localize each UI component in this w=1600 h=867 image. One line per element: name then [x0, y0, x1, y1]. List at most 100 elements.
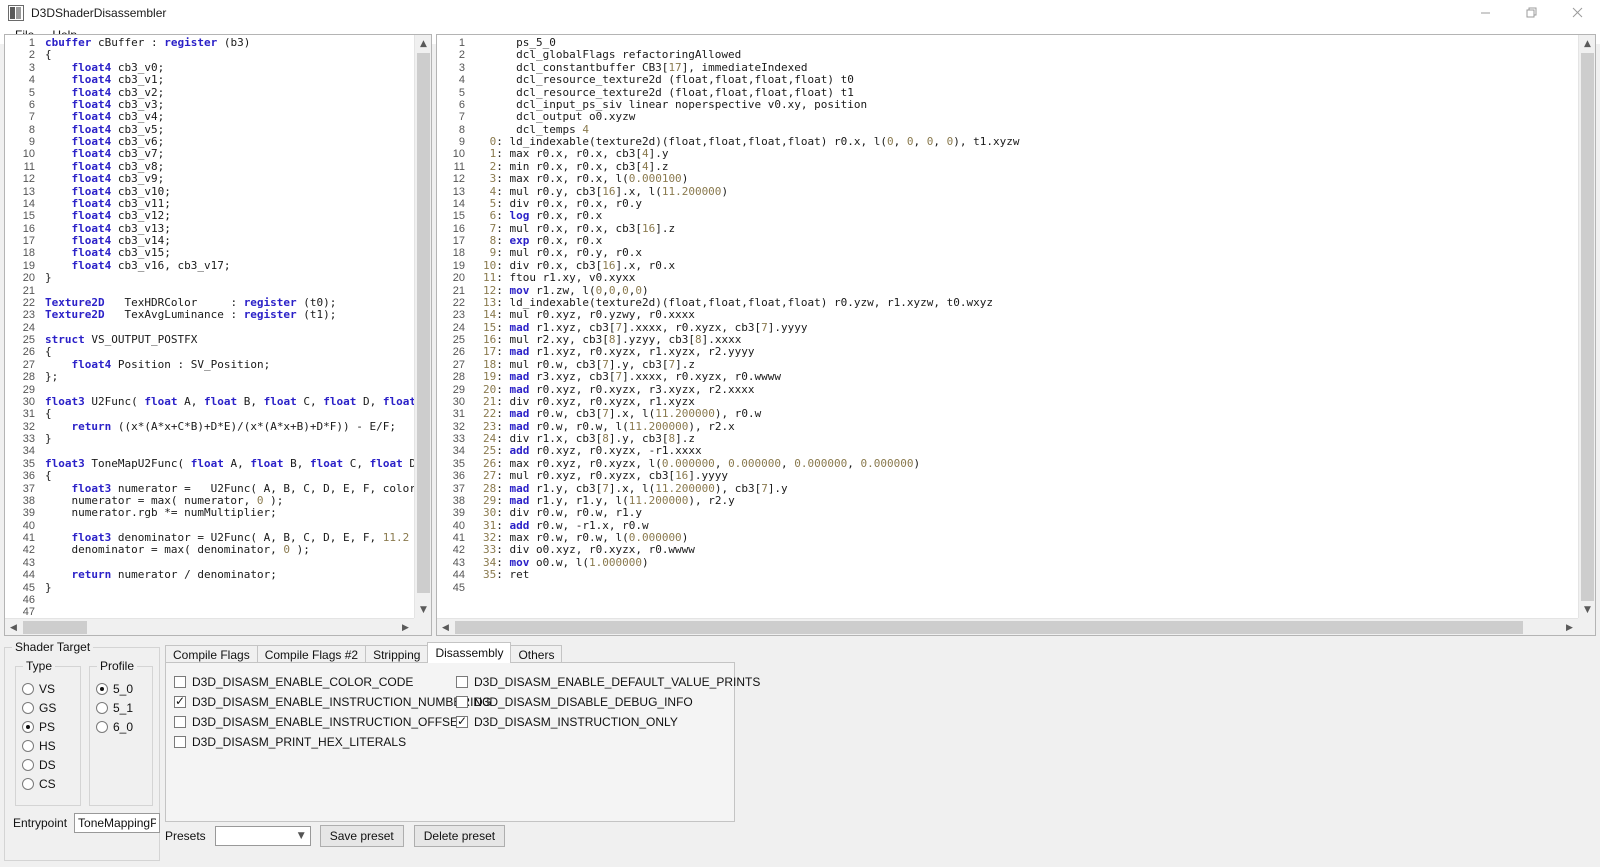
scrollbar-thumb[interactable] — [23, 621, 87, 634]
radio-label: VS — [39, 681, 56, 696]
code-token: r1.xyz, r0.xyzx, r1.xyzx, r2.yyyy — [529, 345, 755, 359]
entrypoint-input[interactable] — [74, 813, 161, 833]
tab-compile-flags-2[interactable]: Compile Flags #2 — [256, 645, 367, 663]
code-token: 7 — [761, 320, 768, 334]
code-token: , — [781, 456, 795, 470]
radio-icon[interactable] — [22, 739, 34, 752]
code-token: 22 — [483, 407, 497, 421]
radio-type-gs[interactable]: GS — [16, 698, 80, 717]
code-token: 8 — [602, 432, 609, 445]
code-token: 8 — [694, 333, 702, 346]
radio-type-vs[interactable]: VS — [16, 679, 80, 698]
source-horizontal-scrollbar[interactable]: ◀ ▶ — [5, 618, 414, 635]
line-number: 39 — [452, 507, 465, 520]
radio-type-ds[interactable]: DS — [16, 755, 80, 774]
source-vertical-scrollbar[interactable]: ▲ ▼ — [414, 35, 431, 618]
tab-stripping[interactable]: Stripping — [365, 645, 429, 663]
tab-compile-flags[interactable]: Compile Flags — [165, 645, 258, 663]
line-number: 14 — [452, 197, 465, 210]
scroll-down-icon[interactable]: ▼ — [1579, 601, 1595, 618]
code-line: 42 denominator = max( denominator, 0 ); — [5, 544, 414, 557]
shader-profile-group: Profile 5_0 5_1 6_0 — [89, 659, 153, 806]
radio-icon[interactable] — [96, 701, 108, 714]
scrollbar-thumb[interactable] — [455, 621, 1523, 634]
scroll-up-icon[interactable]: ▲ — [1579, 35, 1595, 52]
tab-others[interactable]: Others — [510, 645, 563, 663]
delete-preset-button[interactable]: Delete preset — [413, 825, 506, 847]
code-token: ].x, l( — [608, 407, 656, 421]
radio-profile-6_0[interactable]: 6_0 — [90, 717, 152, 736]
radio-type-hs[interactable]: HS — [16, 736, 80, 755]
code-token: r0.w, r0.w, l( — [529, 419, 629, 433]
code-token: 16 — [602, 184, 616, 198]
scroll-right-icon[interactable]: ▶ — [1561, 619, 1578, 635]
presets-combobox[interactable]: ▼ — [214, 826, 311, 846]
hlsl-source-text[interactable]: 1 cbuffer cBuffer : register (b3) 2 {3 floa… — [5, 35, 414, 618]
scrollbar-thumb[interactable] — [1581, 53, 1594, 601]
radio-type-cs[interactable]: CS — [16, 774, 80, 793]
line-number: 22 — [452, 296, 465, 309]
scroll-left-icon[interactable]: ◀ — [5, 619, 22, 635]
checkbox-icon[interactable] — [456, 714, 468, 728]
code-line: 43 34: mov o0.w, l(1.000000) — [437, 556, 1578, 569]
code-token: numerator = max( numerator, — [45, 493, 257, 507]
disassembly-pane[interactable]: 1 ps_5_0 2 dcl_globalFlags refactoringAll… — [436, 34, 1596, 636]
scroll-down-icon[interactable]: ▼ — [415, 601, 431, 618]
options-column-right: D3D_DISASM_ENABLE_DEFAULT_VALUE_PRINTS D3… — [456, 672, 760, 732]
disassembly-text[interactable]: 1 ps_5_0 2 dcl_globalFlags refactoringAll… — [437, 35, 1578, 618]
scroll-up-icon[interactable]: ▲ — [415, 35, 431, 52]
close-icon[interactable] — [1554, 0, 1600, 26]
checkbox-d3d_disasm_enable_default_value_prints[interactable]: D3D_DISASM_ENABLE_DEFAULT_VALUE_PRINTS — [456, 672, 760, 692]
radio-icon[interactable] — [22, 701, 34, 714]
hlsl-source-pane[interactable]: 1 cbuffer cBuffer : register (b3) 2 {3 floa… — [4, 34, 432, 636]
line-number: 19 — [452, 259, 465, 272]
code-token: ].y, cb3[ — [608, 432, 669, 445]
code-token: ].y — [648, 147, 669, 161]
checkbox-d3d_disasm_enable_color_code[interactable]: D3D_DISASM_ENABLE_COLOR_CODE — [174, 672, 491, 692]
radio-profile-5_0[interactable]: 5_0 — [90, 679, 152, 698]
checkbox-label: D3D_DISASM_DISABLE_DEBUG_INFO — [474, 695, 693, 709]
checkbox-icon[interactable] — [456, 676, 468, 688]
checkbox-icon[interactable] — [174, 676, 186, 688]
radio-icon[interactable] — [96, 720, 108, 733]
tab-disassembly[interactable]: Disassembly — [427, 642, 512, 663]
radio-icon[interactable] — [22, 720, 34, 733]
shader-type-group: Type VS GS PS HS DS CS — [15, 659, 81, 806]
disassembly-vertical-scrollbar[interactable]: ▲ ▼ — [1578, 35, 1595, 618]
scroll-left-icon[interactable]: ◀ — [437, 619, 454, 635]
code-token: , — [913, 135, 927, 148]
save-preset-button[interactable]: Save preset — [319, 825, 404, 847]
code-token: 3 — [483, 172, 497, 186]
minimize-icon[interactable] — [1462, 0, 1508, 26]
checkbox-d3d_disasm_instruction_only[interactable]: D3D_DISASM_INSTRUCTION_ONLY — [456, 712, 760, 732]
disassembly-horizontal-scrollbar[interactable]: ◀ ▶ — [437, 618, 1578, 635]
checkbox-icon[interactable] — [456, 696, 468, 708]
checkbox-d3d_disasm_disable_debug_info[interactable]: D3D_DISASM_DISABLE_DEBUG_INFO — [456, 692, 760, 712]
checkbox-d3d_disasm_print_hex_literals[interactable]: D3D_DISASM_PRINT_HEX_LITERALS — [174, 732, 491, 752]
checkbox-d3d_disasm_enable_instruction_numbering[interactable]: D3D_DISASM_ENABLE_INSTRUCTION_NUMBERING — [174, 692, 491, 712]
line-number: 2 — [458, 49, 465, 62]
code-token: float — [382, 394, 414, 408]
checkbox-d3d_disasm_enable_instruction_offset[interactable]: D3D_DISASM_ENABLE_INSTRUCTION_OFFSET — [174, 712, 491, 732]
radio-icon[interactable] — [96, 682, 108, 695]
scroll-right-icon[interactable]: ▶ — [397, 619, 414, 635]
checkbox-icon[interactable] — [174, 694, 186, 708]
radio-profile-5_1[interactable]: 5_1 — [90, 698, 152, 717]
checkbox-icon[interactable] — [174, 736, 186, 748]
radio-icon[interactable] — [22, 682, 34, 695]
code-token: cb3_v14; — [111, 234, 171, 247]
restore-icon[interactable] — [1508, 0, 1554, 26]
presets-row: Presets ▼ Save preset Delete preset — [165, 825, 515, 847]
radio-icon[interactable] — [22, 777, 34, 790]
code-token: dcl_output o0.xyzw — [483, 110, 636, 124]
code-token: A, — [177, 394, 204, 408]
window-controls — [1462, 0, 1600, 26]
radio-icon[interactable] — [22, 758, 34, 771]
checkbox-icon[interactable] — [174, 716, 186, 728]
radio-type-ps[interactable]: PS — [16, 717, 80, 736]
code-token: ].z — [675, 432, 695, 445]
code-token: : mul r0.xyz, r0.xyzx, cb3[ — [496, 469, 676, 483]
scrollbar-thumb[interactable] — [417, 53, 430, 593]
code-token: float — [323, 394, 357, 408]
